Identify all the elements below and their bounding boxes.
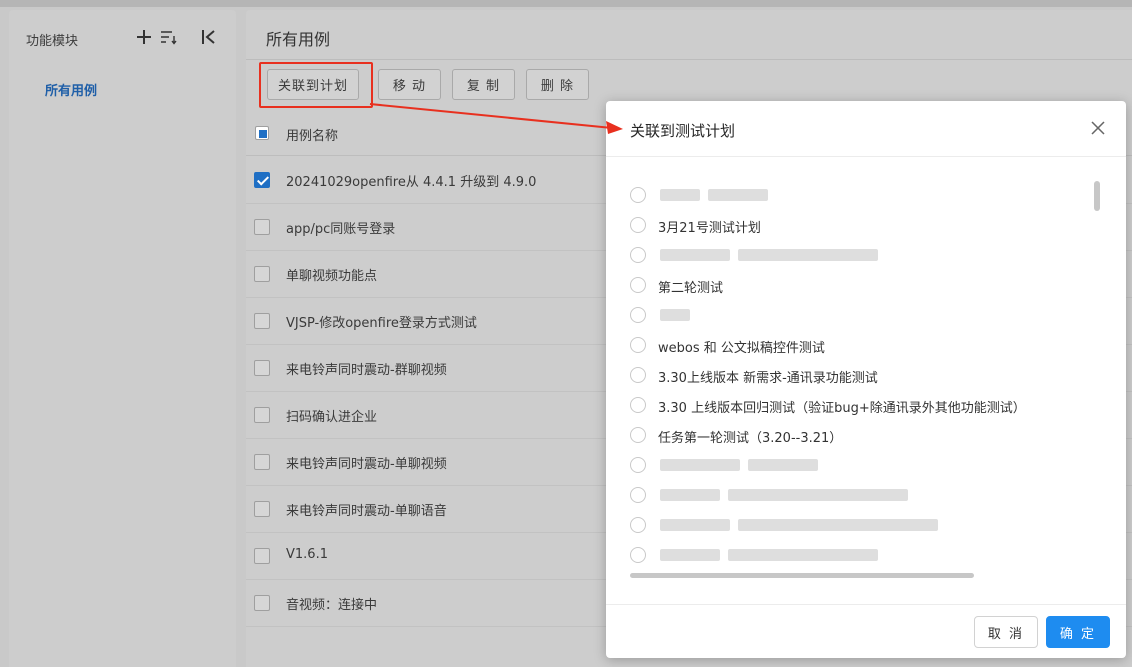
row-checkbox[interactable] xyxy=(254,595,270,611)
redacted-text xyxy=(738,249,878,261)
plan-item[interactable]: webos 和 公文拟稿控件测试 xyxy=(628,335,1088,357)
plus-icon[interactable] xyxy=(135,28,153,46)
plan-radio[interactable] xyxy=(630,487,646,503)
plan-radio[interactable] xyxy=(630,277,646,293)
case-name: 扫码确认进企业 xyxy=(286,410,378,425)
column-header-name: 用例名称 xyxy=(286,129,339,144)
link-plan-dialog: 关联到测试计划 3月21号测试计划 第二轮测试 webos 和 公文拟稿控件测试 3.… xyxy=(606,101,1126,658)
row-checkbox[interactable] xyxy=(254,172,270,188)
collapse-icon[interactable] xyxy=(200,28,218,46)
case-name: 来电铃声同时震动-群聊视频 xyxy=(286,363,447,378)
plan-radio[interactable] xyxy=(630,217,646,233)
plan-radio[interactable] xyxy=(630,457,646,473)
redacted-text xyxy=(660,249,730,261)
row-checkbox[interactable] xyxy=(254,360,270,376)
redacted-text xyxy=(660,309,690,321)
case-name: 音视频：连接中 xyxy=(286,598,378,613)
plan-item[interactable]: 3月21号测试计划 xyxy=(628,215,1088,237)
redacted-text xyxy=(728,549,878,561)
plan-item[interactable] xyxy=(628,545,1088,567)
plan-radio[interactable] xyxy=(630,547,646,563)
redacted-text xyxy=(660,189,700,201)
plan-label: 3.30上线版本 新需求-通讯录功能测试 xyxy=(658,371,878,386)
plan-label: 3月21号测试计划 xyxy=(658,221,761,236)
redacted-text xyxy=(738,519,938,531)
plan-item[interactable] xyxy=(628,185,1088,207)
delete-button[interactable]: 删 除 xyxy=(526,69,589,100)
plan-label: 第二轮测试 xyxy=(658,281,724,296)
plan-radio[interactable] xyxy=(630,427,646,443)
plan-item[interactable]: 第二轮测试 xyxy=(628,275,1088,297)
divider xyxy=(606,156,1126,157)
move-button[interactable]: 移 动 xyxy=(378,69,441,100)
case-name: 来电铃声同时震动-单聊视频 xyxy=(286,457,447,472)
vertical-scrollbar[interactable] xyxy=(1094,181,1100,211)
top-strip xyxy=(0,0,1132,7)
plan-item[interactable]: 3.30上线版本 新需求-通讯录功能测试 xyxy=(628,365,1088,387)
case-name: app/pc同账号登录 xyxy=(286,222,396,237)
sort-icon[interactable] xyxy=(159,28,177,46)
redacted-text xyxy=(660,459,740,471)
divider xyxy=(606,604,1126,605)
sidebar-title: 功能模块 xyxy=(26,34,79,49)
plan-item[interactable] xyxy=(628,305,1088,327)
copy-button[interactable]: 复 制 xyxy=(452,69,515,100)
divider xyxy=(246,59,1132,60)
plan-label: 3.30 上线版本回归测试（验证bug+除通讯录外其他功能测试） xyxy=(658,401,1026,416)
plan-label: 任务第一轮测试（3.20--3.21） xyxy=(658,431,843,446)
plan-list: 3月21号测试计划 第二轮测试 webos 和 公文拟稿控件测试 3.30上线版本 新… xyxy=(606,181,1096,581)
case-name: 单聊视频功能点 xyxy=(286,269,378,284)
plan-radio[interactable] xyxy=(630,517,646,533)
plan-radio[interactable] xyxy=(630,307,646,323)
row-checkbox[interactable] xyxy=(254,313,270,329)
dialog-title: 关联到测试计划 xyxy=(630,122,736,140)
row-checkbox[interactable] xyxy=(254,501,270,517)
plan-item[interactable] xyxy=(628,515,1088,537)
row-checkbox[interactable] xyxy=(254,266,270,282)
sidebar-item-all-cases[interactable]: 所有用例 xyxy=(45,80,97,99)
plan-radio[interactable] xyxy=(630,247,646,263)
case-name: VJSP-修改openfire登录方式测试 xyxy=(286,316,477,331)
plan-radio[interactable] xyxy=(630,367,646,383)
highlight-box xyxy=(259,62,373,108)
sidebar-header: 功能模块 xyxy=(26,28,226,49)
redacted-text xyxy=(728,489,908,501)
confirm-button[interactable]: 确 定 xyxy=(1046,616,1110,648)
plan-item[interactable] xyxy=(628,245,1088,267)
case-name: V1.6.1 xyxy=(286,547,328,562)
redacted-text xyxy=(660,519,730,531)
plan-item[interactable]: 任务第一轮测试（3.20--3.21） xyxy=(628,425,1088,447)
case-name: 来电铃声同时震动-单聊语音 xyxy=(286,504,447,519)
redacted-text xyxy=(708,189,768,201)
horizontal-scrollbar[interactable] xyxy=(630,573,974,578)
select-all-checkbox[interactable] xyxy=(255,126,269,140)
case-name: 20241029openfire从 4.4.1 升级到 4.9.0 xyxy=(286,175,537,190)
plan-radio[interactable] xyxy=(630,337,646,353)
plan-radio[interactable] xyxy=(630,397,646,413)
row-checkbox[interactable] xyxy=(254,454,270,470)
redacted-text xyxy=(660,549,720,561)
plan-label: webos 和 公文拟稿控件测试 xyxy=(658,341,825,356)
plan-item[interactable] xyxy=(628,455,1088,477)
row-checkbox[interactable] xyxy=(254,548,270,564)
close-icon[interactable] xyxy=(1090,120,1106,136)
row-checkbox[interactable] xyxy=(254,407,270,423)
redacted-text xyxy=(660,489,720,501)
page-title: 所有用例 xyxy=(266,30,331,49)
plan-radio[interactable] xyxy=(630,187,646,203)
redacted-text xyxy=(748,459,818,471)
cancel-button[interactable]: 取 消 xyxy=(974,616,1038,648)
row-checkbox[interactable] xyxy=(254,219,270,235)
plan-item[interactable]: 3.30 上线版本回归测试（验证bug+除通讯录外其他功能测试） xyxy=(628,395,1088,417)
plan-item[interactable] xyxy=(628,485,1088,507)
sidebar: 功能模块 所有用例 xyxy=(9,10,236,667)
